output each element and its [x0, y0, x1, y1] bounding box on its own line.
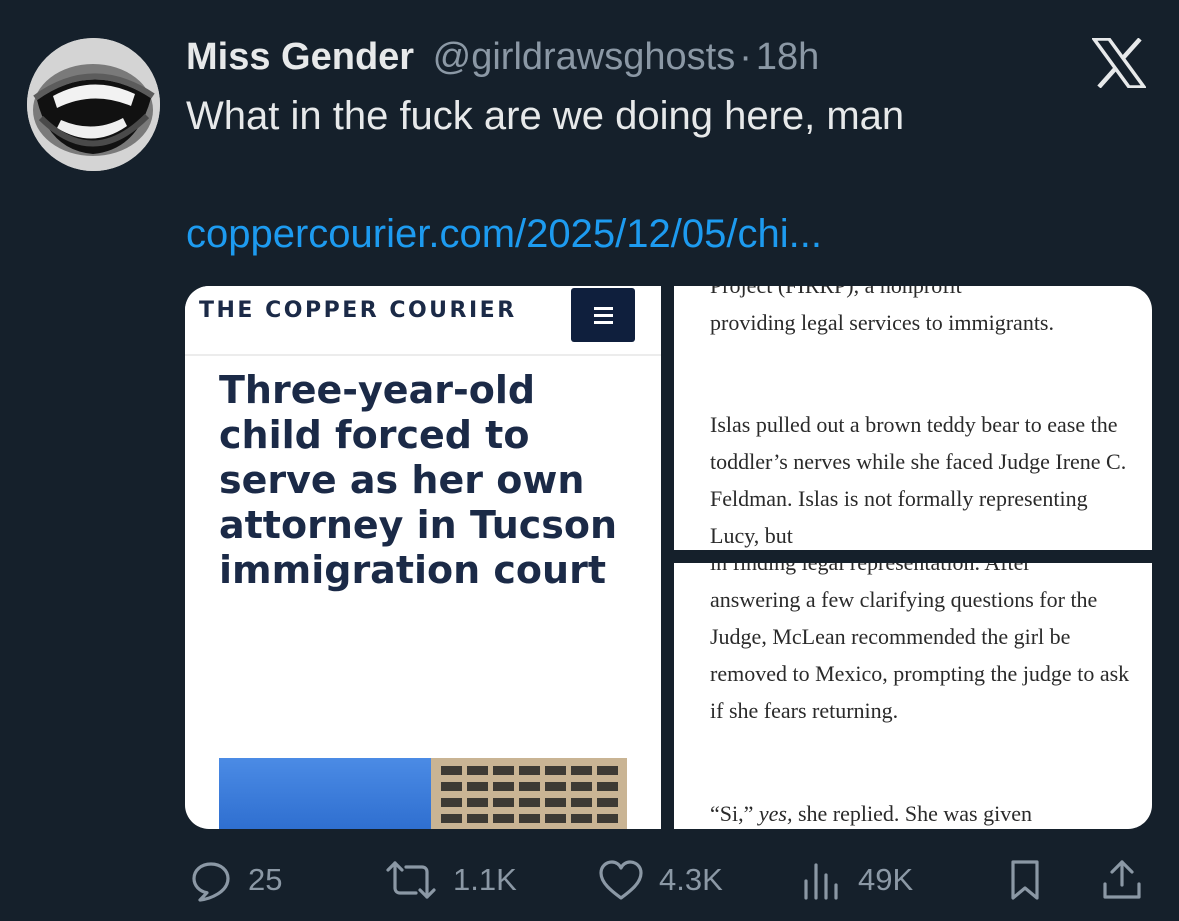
- avatar[interactable]: [27, 38, 160, 171]
- media-image-article-excerpt-2[interactable]: in finding legal representation. After a…: [674, 563, 1152, 829]
- share-icon: [1103, 860, 1141, 899]
- excerpt-text: she replied. She was given: [797, 801, 1032, 826]
- excerpt-paragraph: Islas pulled out a brown teddy bear to e…: [710, 412, 1127, 548]
- repost-icon: [386, 861, 436, 899]
- media-grid[interactable]: THE COPPER COURIER Three-year-old child …: [185, 286, 1152, 829]
- article-headline: Three-year-old child forced to serve as …: [219, 368, 618, 592]
- share-button[interactable]: [1100, 850, 1144, 910]
- excerpt-paragraph: “Si,” yes, she replied. She was given: [710, 795, 1130, 829]
- bookmark-button[interactable]: [1005, 850, 1045, 910]
- excerpt-paragraph: answering a few clarifying questions for…: [710, 587, 1130, 723]
- views-button[interactable]: 49K: [800, 850, 913, 910]
- italic-text: yes,: [758, 801, 793, 826]
- site-header-bar: THE COPPER COURIER: [185, 286, 661, 356]
- clipped-text-line: Project (FIRRP), a nonprofit: [710, 286, 962, 304]
- x-logo-icon[interactable]: [1090, 37, 1148, 89]
- timestamp[interactable]: 18h: [756, 36, 819, 78]
- display-name[interactable]: Miss Gender: [186, 36, 414, 78]
- repost-count: 1.1K: [453, 862, 517, 897]
- quote-text: “Si,”: [710, 801, 754, 826]
- tweet-text: What in the fuck are we doing here, man: [186, 94, 905, 138]
- site-logo: THE COPPER COURIER: [199, 298, 517, 323]
- repost-button[interactable]: 1.1K: [383, 850, 517, 910]
- avatar-mouth-image: [27, 38, 160, 171]
- user-handle[interactable]: @girldrawsghosts: [433, 36, 736, 78]
- analytics-icon: [804, 863, 838, 900]
- reply-count: 25: [248, 862, 283, 897]
- action-bar: 25 1.1K 4.3K 49K: [0, 850, 1179, 910]
- like-button[interactable]: 4.3K: [597, 850, 723, 910]
- media-image-article-header[interactable]: THE COPPER COURIER Three-year-old child …: [185, 286, 661, 829]
- media-image-article-excerpt-1[interactable]: Project (FIRRP), a nonprofit providing l…: [674, 286, 1152, 550]
- bookmark-icon: [1011, 860, 1039, 900]
- heart-icon: [599, 860, 643, 900]
- courthouse-photo: [219, 758, 627, 829]
- reply-button[interactable]: 25: [188, 850, 282, 910]
- tweet-header: Miss Gender @girldrawsghosts · 18h: [186, 36, 819, 79]
- article-link[interactable]: coppercourier.com/2025/12/05/chi...: [186, 212, 822, 257]
- excerpt-paragraph: providing legal services to immigrants.: [710, 310, 1054, 335]
- reply-icon: [192, 862, 230, 902]
- clipped-text-line: in finding legal representation. After: [710, 563, 1031, 581]
- dot-separator: ·: [739, 36, 752, 78]
- view-count: 49K: [858, 862, 914, 897]
- like-count: 4.3K: [659, 862, 723, 897]
- hamburger-menu-icon: [571, 288, 635, 342]
